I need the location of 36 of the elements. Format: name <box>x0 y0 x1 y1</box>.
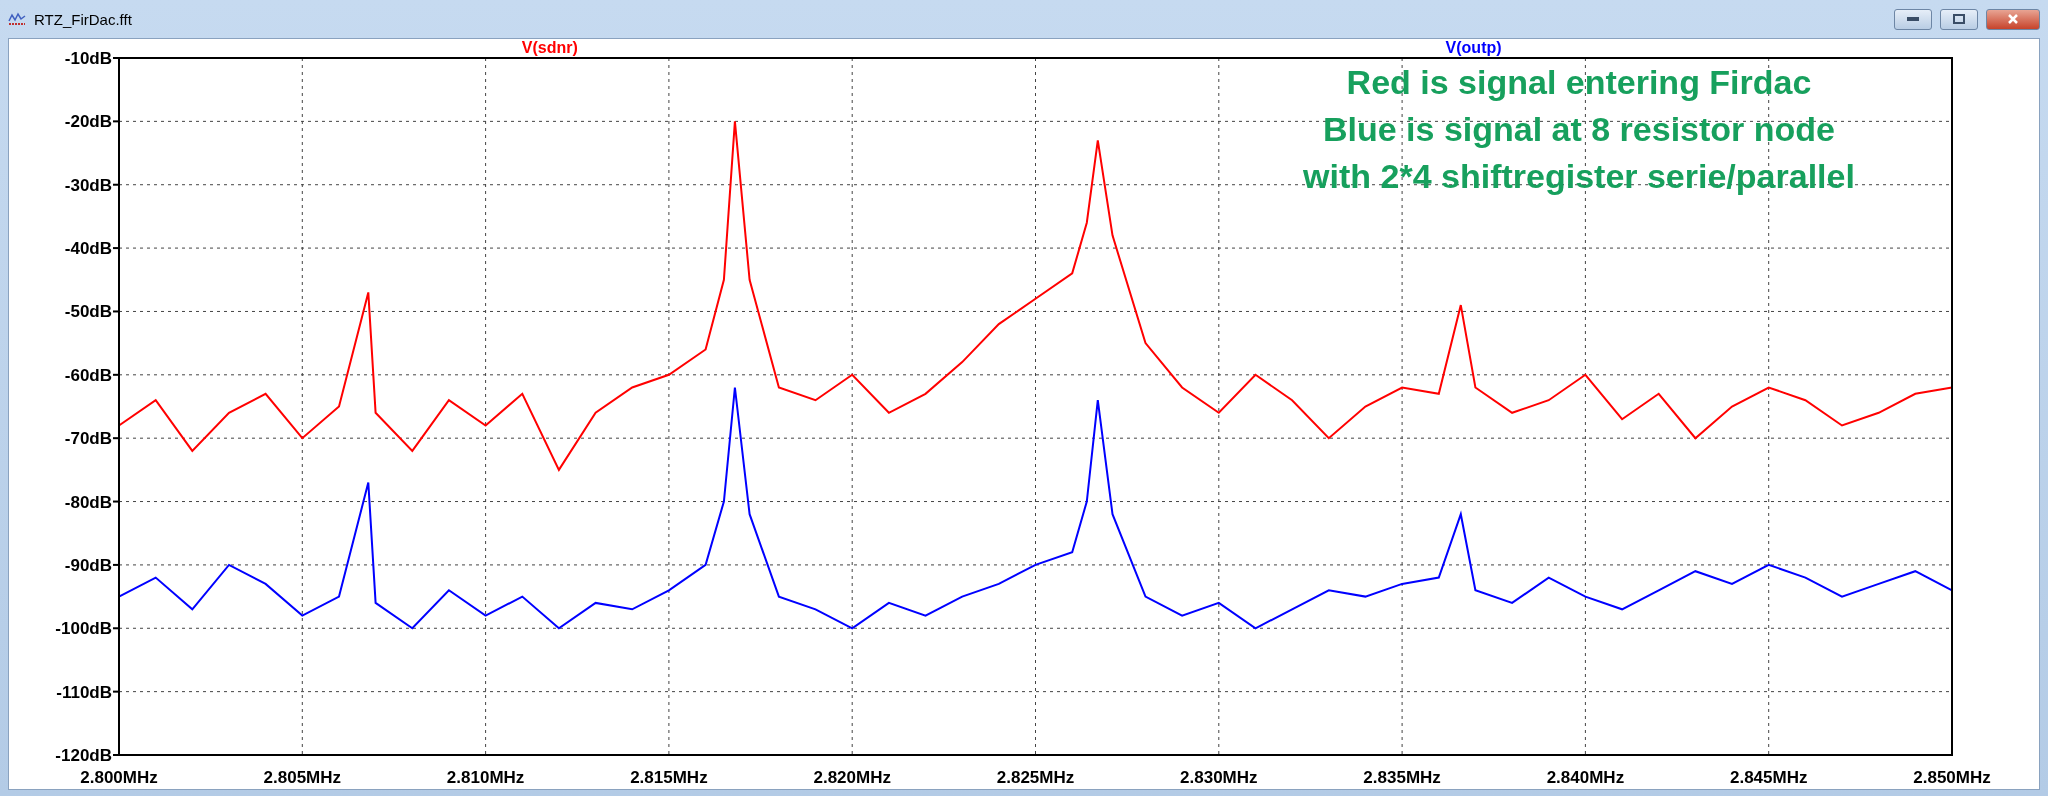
window-title: RTZ_FirDac.fft <box>34 10 133 28</box>
axis-label: -20dB <box>64 112 112 132</box>
chart-annotation: with 2*4 shiftregister serie/parallel <box>1303 156 1855 197</box>
chart-annotation: Blue is signal at 8 resistor node <box>1322 109 1835 150</box>
legend-label: V(sdnr) <box>521 39 578 56</box>
axis-label: -90dB <box>64 555 112 575</box>
axis-label: -30dB <box>64 175 112 195</box>
chart-annotation: Red is signal entering Firdac <box>1346 62 1812 103</box>
close-button[interactable] <box>1986 8 2040 30</box>
chart-app-icon <box>8 11 26 27</box>
axis-label: 2.835MHz <box>1363 768 1441 787</box>
maximize-icon <box>1953 14 1965 24</box>
axis-label: 2.845MHz <box>1729 768 1808 787</box>
axis-label: 2.830MHz <box>1180 768 1258 787</box>
axis-label: 2.825MHz <box>996 768 1075 787</box>
axis-label: -50dB <box>64 302 112 322</box>
legend-label: V(outp) <box>1445 39 1502 56</box>
axis-label: 2.810MHz <box>446 768 525 787</box>
axis-label: -10dB <box>64 49 112 68</box>
axis-label: 2.815MHz <box>630 768 708 787</box>
axis-label: -60dB <box>64 365 112 385</box>
axis-label: -40dB <box>64 239 112 259</box>
axis-label: -70dB <box>64 429 112 449</box>
axis-label: 2.840MHz <box>1546 768 1625 787</box>
axis-label: -80dB <box>64 492 112 512</box>
maximize-button[interactable] <box>1940 8 1978 30</box>
minimize-button[interactable] <box>1894 8 1932 30</box>
minimize-icon <box>1907 17 1919 21</box>
axis-label: -120dB <box>55 746 112 765</box>
axis-label: 2.820MHz <box>813 768 891 787</box>
axis-label: 2.850MHz <box>1913 768 1991 787</box>
axis-label: -110dB <box>56 682 112 702</box>
close-icon <box>2007 13 2019 25</box>
axis-label: 2.800MHz <box>80 768 158 787</box>
axis-label: -100dB <box>55 619 112 639</box>
axis-label: 2.805MHz <box>263 768 342 787</box>
